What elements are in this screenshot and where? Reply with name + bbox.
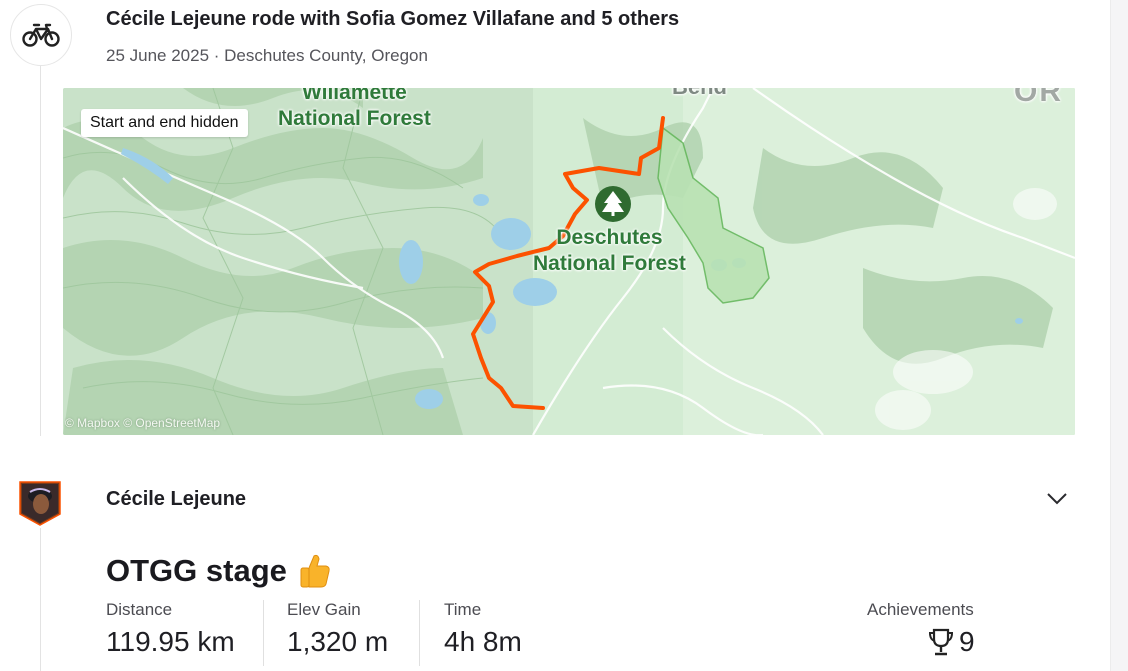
stat-elev-gain: Elev Gain 1,320 m	[287, 600, 388, 666]
stat-value: 1,320 m	[287, 626, 389, 657]
activity-title-row: OTGG stage	[106, 553, 331, 589]
activity-date-location: 25 June 2025 · Deschutes County, Oregon	[106, 46, 428, 65]
achievements-row: 9	[927, 626, 975, 658]
achievements-label: Achievements	[867, 600, 974, 619]
stat-label: Time	[444, 600, 482, 619]
thumbs-up-icon	[300, 554, 330, 588]
map-label-deschutes: Deschutes National Forest	[533, 226, 686, 275]
stat-achievements[interactable]: Achievements 9	[867, 600, 975, 657]
map-label-state: OR	[1014, 88, 1063, 108]
stat-label: Distance	[106, 600, 173, 619]
athlete-name[interactable]: Cécile Lejeune	[106, 488, 246, 511]
bicycle-icon	[22, 23, 60, 47]
trophy-icon	[928, 628, 954, 656]
stat-divider	[263, 600, 264, 666]
achievements-count: 9	[959, 626, 975, 657]
timeline-line	[40, 64, 41, 436]
map-attribution[interactable]: © Mapbox © OpenStreetMap	[65, 416, 220, 430]
stat-distance: Distance 119.95 km	[106, 600, 235, 666]
stat-time: Time 4h 8m	[444, 600, 522, 666]
privacy-chip: Start and end hidden	[81, 109, 248, 137]
map-label-bend: Bend	[672, 88, 727, 100]
right-scroll-rail	[1110, 0, 1128, 671]
route-map[interactable]: Start and end hidden Willamette National…	[63, 88, 1075, 435]
stat-label: Elev Gain	[287, 600, 361, 619]
stat-value: 4h 8m	[444, 626, 522, 657]
stat-value: 119.95 km	[106, 626, 235, 657]
map-label-willamette: Willamette National Forest	[278, 88, 431, 130]
stat-divider	[419, 600, 420, 666]
tree-icon	[595, 186, 631, 222]
group-activity-title[interactable]: Cécile Lejeune rode with Sofia Gomez Vil…	[106, 8, 679, 31]
chevron-down-icon[interactable]	[1044, 488, 1070, 508]
activity-title[interactable]: OTGG stage	[106, 553, 287, 589]
sport-badge	[10, 4, 72, 66]
timeline-line	[40, 528, 41, 671]
avatar[interactable]	[18, 480, 62, 526]
